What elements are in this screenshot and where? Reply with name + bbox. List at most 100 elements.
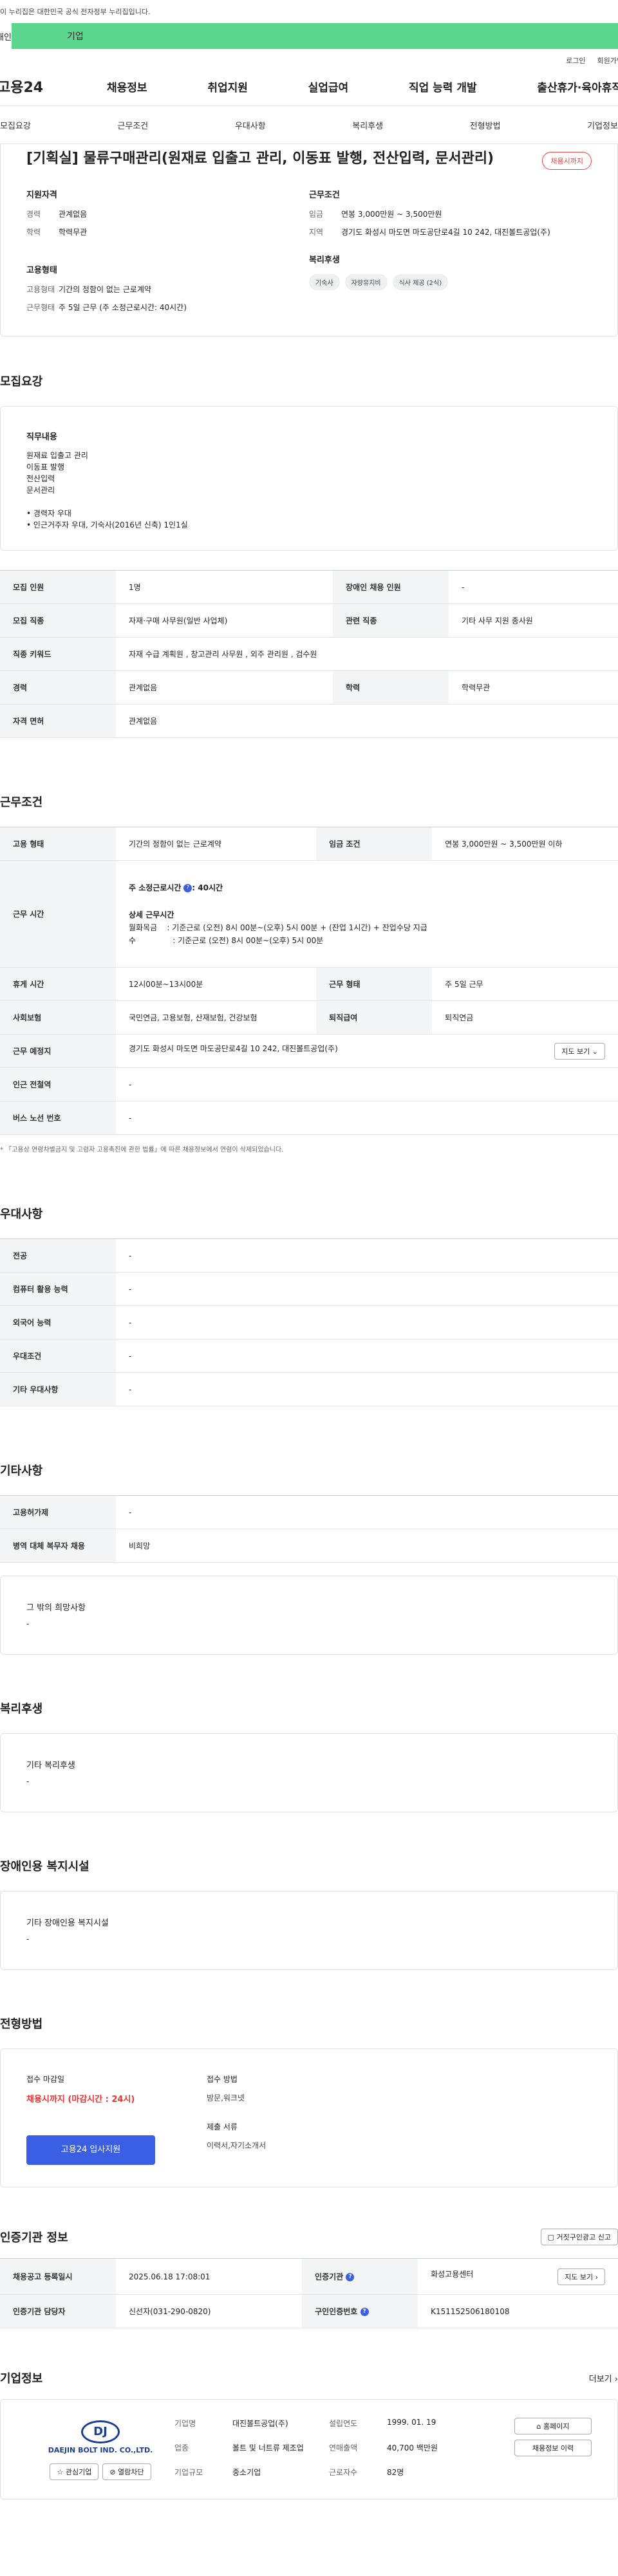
table-row: 인증기관 담당자 신선자(031-290-0820) 구인인증번호 ? K151152… — [0, 2294, 618, 2328]
cell-value: 비희망 — [116, 1529, 618, 1563]
gnb-item-benefits[interactable]: 실업급여 — [308, 78, 349, 95]
subnav-work[interactable]: 근무조건 — [117, 119, 148, 131]
table-row: 전공 - — [0, 1238, 618, 1273]
favorite-company-button[interactable]: ☆ 관심기업 — [50, 2463, 99, 2480]
gnb-item-jobs[interactable]: 채용정보 — [107, 78, 147, 95]
map-view-button[interactable]: 지도 보기 ⌄ — [554, 1042, 605, 1060]
cell-value: 국민연금, 고용보험, 산재보험, 건강보험 — [116, 1000, 317, 1035]
cell-value: 경기도 화성시 마도면 마도공단로4길 10 242, 대진볼트공업(주) 지도 … — [116, 1034, 618, 1068]
signup-link[interactable]: 회원가입 — [597, 55, 618, 66]
company-more-link[interactable]: 더보기 › — [589, 2372, 618, 2384]
work-title: 근무조건 — [0, 796, 43, 809]
cell-value: 주 5일 근무 — [432, 967, 618, 1001]
cell-value: K151152506180108 — [418, 2294, 618, 2328]
gov-banner: 이 누리집은 대한민국 공식 전자정부 누리집입니다. — [0, 0, 618, 23]
info-icon[interactable]: ? — [346, 2273, 355, 2281]
table-row: 외국어 능력 - — [0, 1305, 618, 1339]
pref-title: 우대사항 — [0, 1208, 43, 1221]
disability-box-heading: 기타 장애인용 복지시설 — [26, 1918, 109, 1928]
employment-heading: 고용형태 — [26, 266, 57, 275]
work-time-detail: 주 소정근로시간 ?: 40시간 상세 근무시간 월화목금 : 기준근로 (오전… — [116, 860, 618, 968]
cell-value: - — [449, 570, 618, 604]
audience-tabs: 개인 기업 — [0, 23, 618, 49]
job-history-button[interactable]: 채용정보 이력 — [514, 2440, 592, 2456]
table-row: 사회보험 국민연금, 고용보험, 산재보험, 건강보험 퇴직급여 퇴직연금 — [0, 1000, 618, 1035]
homepage-label: 홈페이지 — [543, 2422, 570, 2431]
table-row: 자격 면허 관계없음 — [0, 704, 618, 738]
cell-label: 고용 형태 — [0, 827, 116, 861]
subnav-welfare[interactable]: 복리후생 — [352, 119, 383, 131]
report-fake-ad-button[interactable]: ▢ 거짓구인광고 신고 — [540, 2229, 618, 2245]
cell-label: 근무 시간 — [0, 860, 116, 968]
duty-line: 문서관리 — [26, 486, 55, 495]
welfare-title: 복리후생 — [0, 1702, 43, 1716]
cell-label: 모집 인원 — [0, 570, 116, 604]
cell-value: - — [116, 1339, 618, 1373]
agency-map-button[interactable]: 지도 보기 › — [557, 2268, 605, 2285]
gnb-item-training[interactable]: 직업 능력 개발 — [409, 78, 477, 95]
cell-value: 관계없음 — [116, 670, 333, 704]
welfare-box-heading: 기타 복리후생 — [26, 1761, 75, 1771]
info-icon[interactable]: ? — [183, 883, 192, 892]
chevron-right-icon: › — [614, 2374, 618, 2384]
agency-title: 인증기관 정보 — [0, 2231, 68, 2245]
org-value: 화성고용센터 — [431, 2269, 474, 2279]
edu-label: 학력 — [26, 228, 41, 237]
table-row: 인근 전철역 - — [0, 1067, 618, 1101]
homepage-button[interactable]: ⌂ 홈페이지 — [514, 2418, 592, 2434]
detail-hours-line: 월화목금 : 기준근로 (오전) 8시 00분~(오후) 5시 00분 + (잔… — [129, 923, 427, 932]
cell-value: 화성고용센터 지도 보기 › — [418, 2258, 618, 2295]
cell-label: 임금 조건 — [316, 827, 433, 861]
cell-value: 신선자(031-290-0820) — [116, 2294, 303, 2328]
apply-button[interactable]: 고용24 입사지원 — [26, 2135, 155, 2165]
disability-title: 장애인용 복지시설 — [0, 1860, 89, 1873]
company-emp-label: 근로자수 — [329, 2468, 358, 2478]
tab-business-label: 기업 — [67, 32, 84, 42]
company-year-label: 설립연도 — [329, 2419, 358, 2428]
map-view-label: 지도 보기 — [561, 1047, 590, 1056]
welfare-box-value: - — [26, 1777, 30, 1786]
emp-type-label: 고용형태 — [26, 285, 55, 294]
gnb-item-support[interactable]: 취업지원 — [207, 78, 248, 95]
method-section: 전형방법 접수 마감일 채용시까지 (마감시간 : 24시) 고용24 입사지원… — [0, 2015, 618, 2187]
gnb-menu: 채용정보 취업지원 실업급여 직업 능력 개발 출산휴가·육아휴직 — [107, 78, 618, 95]
tab-individual-label: 개인 — [0, 32, 12, 42]
subnav-pref[interactable]: 우대사항 — [235, 119, 266, 131]
qualification-heading: 지원자격 — [26, 190, 57, 200]
table-row: 직종 키워드 자재 수급 계획원 , 창고관리 사무원 , 외주 관리원 , 검수… — [0, 637, 618, 671]
agency-map-label: 지도 보기 — [565, 2272, 594, 2281]
method-box: 접수 마감일 채용시까지 (마감시간 : 24시) 고용24 입사지원 접수 방… — [0, 2048, 618, 2187]
tab-business[interactable]: 기업 — [12, 23, 618, 49]
subnav-method[interactable]: 전형방법 — [470, 119, 501, 131]
company-year-value: 1999. 01. 19 — [387, 2418, 436, 2427]
cell-label: 근무 형태 — [316, 967, 433, 1001]
cell-label: 직종 키워드 — [0, 637, 116, 671]
weekly-hours-label: 주 소정근로시간 — [129, 883, 182, 892]
login-link[interactable]: 로그인 — [566, 55, 585, 66]
company-sales-value: 40,700 백만원 — [387, 2443, 438, 2452]
gnb-item-leave[interactable]: 출산휴가·육아휴직 — [537, 78, 618, 95]
report-label: 거짓구인광고 신고 — [556, 2233, 611, 2241]
conditions-heading: 근무조건 — [309, 190, 340, 200]
company-title: 기업정보 — [0, 2372, 43, 2386]
cell-label: 사회보험 — [0, 1000, 116, 1035]
cell-value: 자재 수급 계획원 , 창고관리 사무원 , 외주 관리원 , 검수원 — [116, 637, 618, 671]
block-view-button[interactable]: ⊘ 열람차단 — [102, 2463, 151, 2480]
cell-label: 학력 — [333, 670, 449, 704]
subnav-recruit[interactable]: 모집요강 — [0, 119, 31, 131]
career-label: 경력 — [26, 210, 41, 219]
org-label: 인증기관 — [315, 2272, 344, 2281]
cell-label: 인증기관 ? — [302, 2258, 418, 2295]
tab-individual[interactable]: 개인 — [0, 23, 12, 49]
cell-label: 고용허가제 — [0, 1495, 116, 1529]
disability-section: 장애인용 복지시설 기타 장애인용 복지시설 - — [0, 1857, 618, 1970]
table-row: 경력 관계없음 학력 학력무관 — [0, 670, 618, 704]
section-subnav: 모집요강 근무조건 우대사항 복리후생 전형방법 기업정보 — [0, 106, 618, 144]
table-row: 모집 직종 자재·구매 사무원(일반 사업체) 관련 직종 기타 사무 지원 종사원 — [0, 603, 618, 638]
cell-value: - — [116, 1238, 618, 1273]
info-icon[interactable]: ? — [360, 2308, 369, 2316]
cell-label: 퇴직급여 — [316, 1000, 433, 1035]
site-logo[interactable]: 고용24 — [0, 76, 107, 97]
cell-value: 학력무관 — [449, 670, 618, 704]
subnav-company[interactable]: 기업정보 — [587, 119, 618, 131]
